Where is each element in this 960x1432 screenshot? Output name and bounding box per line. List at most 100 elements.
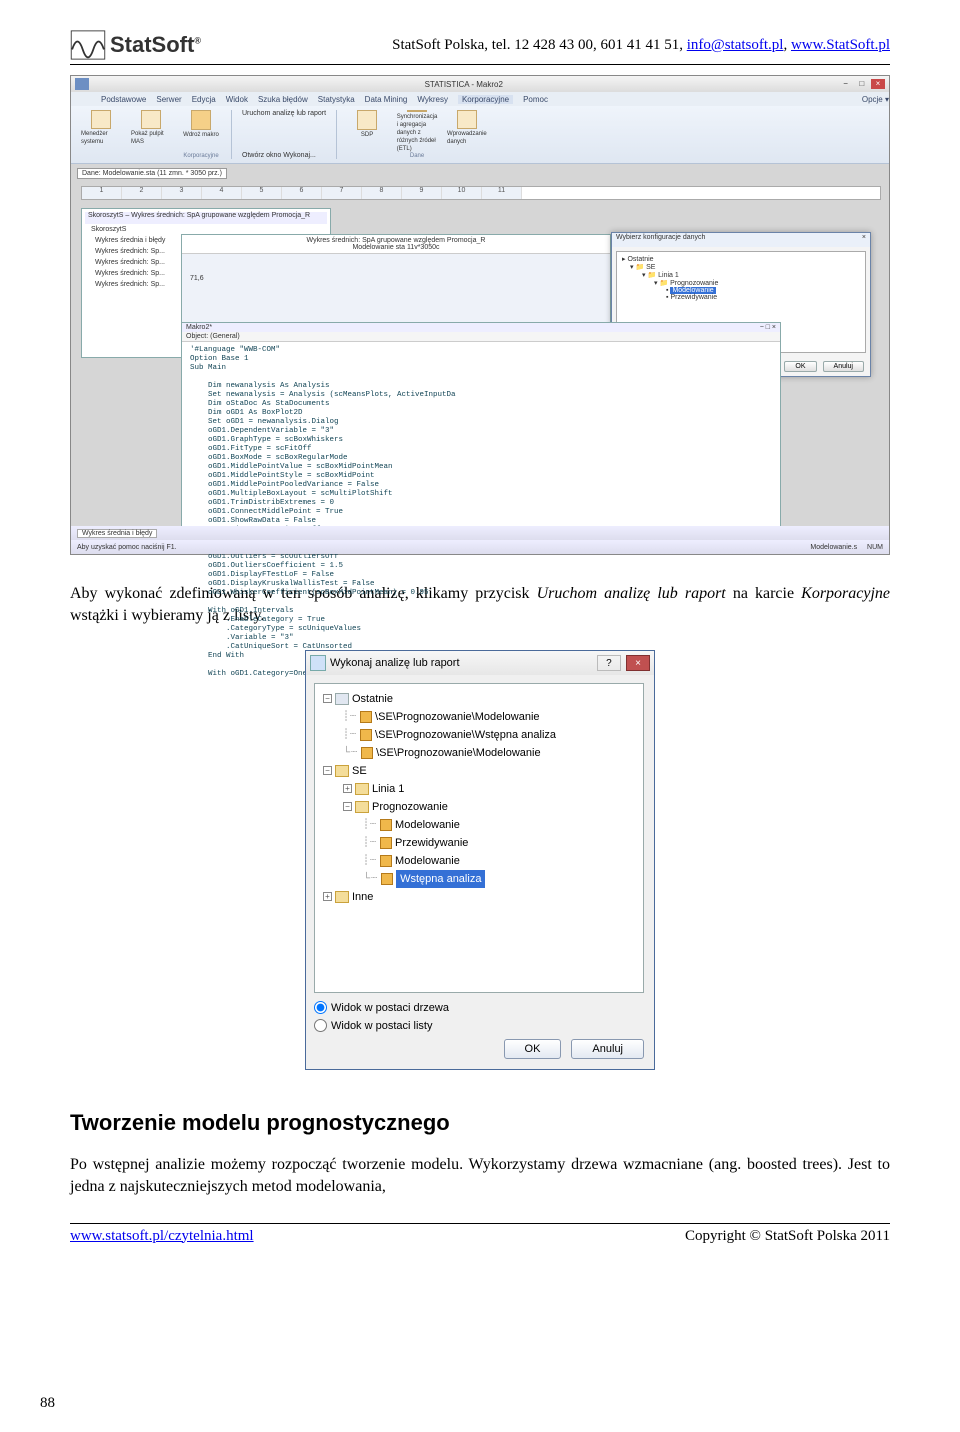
spreadsheet-tab[interactable]: Dane: Modelowanie.sta (11 zmn. * 3050 pr…	[77, 168, 227, 179]
tree-node[interactable]: Prognozowanie	[372, 798, 448, 816]
ribbon-tab[interactable]: Widok	[226, 95, 248, 104]
pokaz-pulpit-button[interactable]: Pokaż pulpit MAS	[131, 110, 171, 146]
statsoft-logo-icon	[70, 30, 106, 60]
sdp-button[interactable]: SDP	[347, 110, 387, 146]
doc-footer: www.statsoft.pl/czytelnia.html Copyright…	[70, 1223, 890, 1245]
tree-node[interactable]: \SE\Prognozowanie\Modelowanie	[376, 744, 541, 762]
dialog-titlebar: Wykonaj analizę lub raport ? ×	[306, 651, 654, 675]
analysis-icon	[360, 729, 372, 741]
help-button[interactable]: ?	[597, 655, 621, 671]
close-button[interactable]: ×	[626, 655, 650, 671]
col-header[interactable]: 6	[282, 187, 322, 199]
radio-list-view[interactable]: Widok w postaci listy	[314, 1017, 646, 1035]
analysis-icon	[380, 819, 392, 831]
tree-node[interactable]: Ostatnie	[352, 690, 393, 708]
cancel-button[interactable]: Anuluj	[823, 361, 864, 372]
analysis-icon	[381, 873, 393, 885]
tree-node[interactable]: \SE\Prognozowanie\Wstępna analiza	[375, 726, 556, 744]
statistica-icon	[75, 78, 89, 90]
ribbon-tab[interactable]: Edycja	[192, 95, 216, 104]
expand-icon[interactable]: +	[343, 784, 352, 793]
col-header[interactable]: 8	[362, 187, 402, 199]
panel-controls[interactable]: − □ ×	[760, 324, 776, 331]
system-manager-icon	[91, 110, 111, 129]
doc-header: StatSoft® StatSoft Polska, tel. 12 428 4…	[70, 30, 890, 65]
tree-node-selected[interactable]: Wstępna analiza	[396, 870, 485, 888]
close-button[interactable]: ×	[871, 79, 885, 89]
sync-etl-button[interactable]: Synchronizacja i agregacja danych z różn…	[397, 110, 437, 146]
uruchom-analize-button[interactable]: Uruchom analizę lub raport	[242, 110, 326, 117]
col-header[interactable]: 4	[202, 187, 242, 199]
section-heading: Tworzenie modelu prognostycznego	[70, 1110, 890, 1136]
col-header[interactable]: 9	[402, 187, 442, 199]
chart-title: Wykres średnich: SpA grupowane względem …	[182, 235, 610, 254]
ribbon-group-label: Dane	[410, 153, 424, 159]
status-tab[interactable]: Wykres średnia i błędy	[77, 529, 157, 538]
ribbon-tab-active[interactable]: Korporacyjne	[458, 95, 513, 104]
folder-icon	[355, 783, 369, 795]
maximize-button[interactable]: □	[855, 79, 869, 89]
options-dropdown[interactable]: Opcje ▾	[862, 95, 889, 104]
wdroz-makro-button[interactable]: Wdroż makro	[181, 110, 221, 146]
ribbon-tab[interactable]: Statystyka	[318, 95, 355, 104]
run-analysis-dialog: Wykonaj analizę lub raport ? × − Ostatnie…	[305, 650, 655, 1070]
ribbon-body: Menedżer systemu Pokaż pulpit MAS Wdroż …	[71, 106, 889, 164]
status-help: Aby uzyskać pomoc naciśnij F1.	[77, 544, 177, 551]
expand-icon[interactable]: +	[323, 892, 332, 901]
dialog-icon	[310, 655, 326, 671]
ok-button[interactable]: OK	[784, 361, 816, 372]
ok-button[interactable]: OK	[504, 1039, 562, 1059]
ribbon-tabs: Podstawowe Serwer Edycja Widok Szuka błę…	[71, 92, 889, 106]
cancel-button[interactable]: Anuluj	[571, 1039, 644, 1059]
logo: StatSoft®	[70, 30, 201, 60]
tree-node[interactable]: Linia 1	[372, 780, 404, 798]
object-dropdown[interactable]: Object: (General)	[182, 332, 780, 342]
tree-node[interactable]: SE	[352, 762, 367, 780]
collapse-icon[interactable]: −	[343, 802, 352, 811]
status-filename: Modelowanie.s	[810, 544, 857, 551]
wprowadzanie-button[interactable]: Wprowadzanie danych	[447, 110, 487, 146]
col-header[interactable]: 10	[442, 187, 482, 199]
analysis-tree[interactable]: −Ostatnie ┊┈\SE\Prognozowanie\Modelowani…	[314, 683, 644, 993]
ribbon-tab[interactable]: Szuka błędów	[258, 95, 308, 104]
tree-node[interactable]: Inne	[352, 888, 373, 906]
collapse-icon[interactable]: −	[323, 694, 332, 703]
small-dialog-title: Wybierz konfiguracje danych	[616, 234, 705, 246]
folder-icon	[335, 765, 349, 777]
tree-node[interactable]: Modelowanie	[395, 816, 460, 834]
folder-icon	[335, 891, 349, 903]
header-email-link[interactable]: info@statsoft.pl	[687, 37, 784, 53]
otworz-okno-button[interactable]: Otwórz okno Wykonaj...	[242, 152, 316, 159]
menedzer-systemu-button[interactable]: Menedżer systemu	[81, 110, 121, 146]
tree-node[interactable]: \SE\Prognozowanie\Modelowanie	[375, 708, 540, 726]
ribbon-tab[interactable]: Data Mining	[365, 95, 408, 104]
col-header[interactable]: 1	[82, 187, 122, 199]
close-icon[interactable]: ×	[862, 234, 866, 246]
col-header[interactable]: 5	[242, 187, 282, 199]
copyright: Copyright © StatSoft Polska 2011	[685, 1228, 890, 1245]
tree-node[interactable]: Modelowanie	[395, 852, 460, 870]
col-header[interactable]: 2	[122, 187, 162, 199]
ribbon-tab[interactable]: Wykresy	[417, 95, 448, 104]
col-header[interactable]: 7	[322, 187, 362, 199]
header-contact: StatSoft Polska, tel. 12 428 43 00, 601 …	[392, 37, 890, 54]
footer-link[interactable]: www.statsoft.pl/czytelnia.html	[70, 1228, 254, 1245]
collapse-icon[interactable]: −	[323, 766, 332, 775]
col-header[interactable]: 3	[162, 187, 202, 199]
ribbon-tab[interactable]: Podstawowe	[101, 95, 146, 104]
col-header[interactable]: 11	[482, 187, 522, 199]
header-site-link[interactable]: www.StatSoft.pl	[791, 37, 890, 53]
recent-icon	[335, 693, 349, 705]
macro-code-panel: Makro2* − □ × Object: (General) '#Langua…	[181, 322, 781, 554]
radio-tree-view[interactable]: Widok w postaci drzewa	[314, 999, 646, 1017]
etl-icon	[407, 110, 427, 112]
analysis-icon	[361, 747, 373, 759]
ribbon-group-label: Korporacyjne	[183, 153, 218, 159]
ribbon-tab[interactable]: Serwer	[156, 95, 181, 104]
window-controls: − □ ×	[839, 79, 885, 89]
tree-node[interactable]: Przewidywanie	[395, 834, 468, 852]
minimize-button[interactable]: −	[839, 79, 853, 89]
ribbon-tab[interactable]: Pomoc	[523, 95, 548, 104]
status-numlock: NUM	[867, 544, 883, 551]
code-editor[interactable]: '#Language "WWB-COM" Option Base 1 Sub M…	[182, 342, 780, 683]
